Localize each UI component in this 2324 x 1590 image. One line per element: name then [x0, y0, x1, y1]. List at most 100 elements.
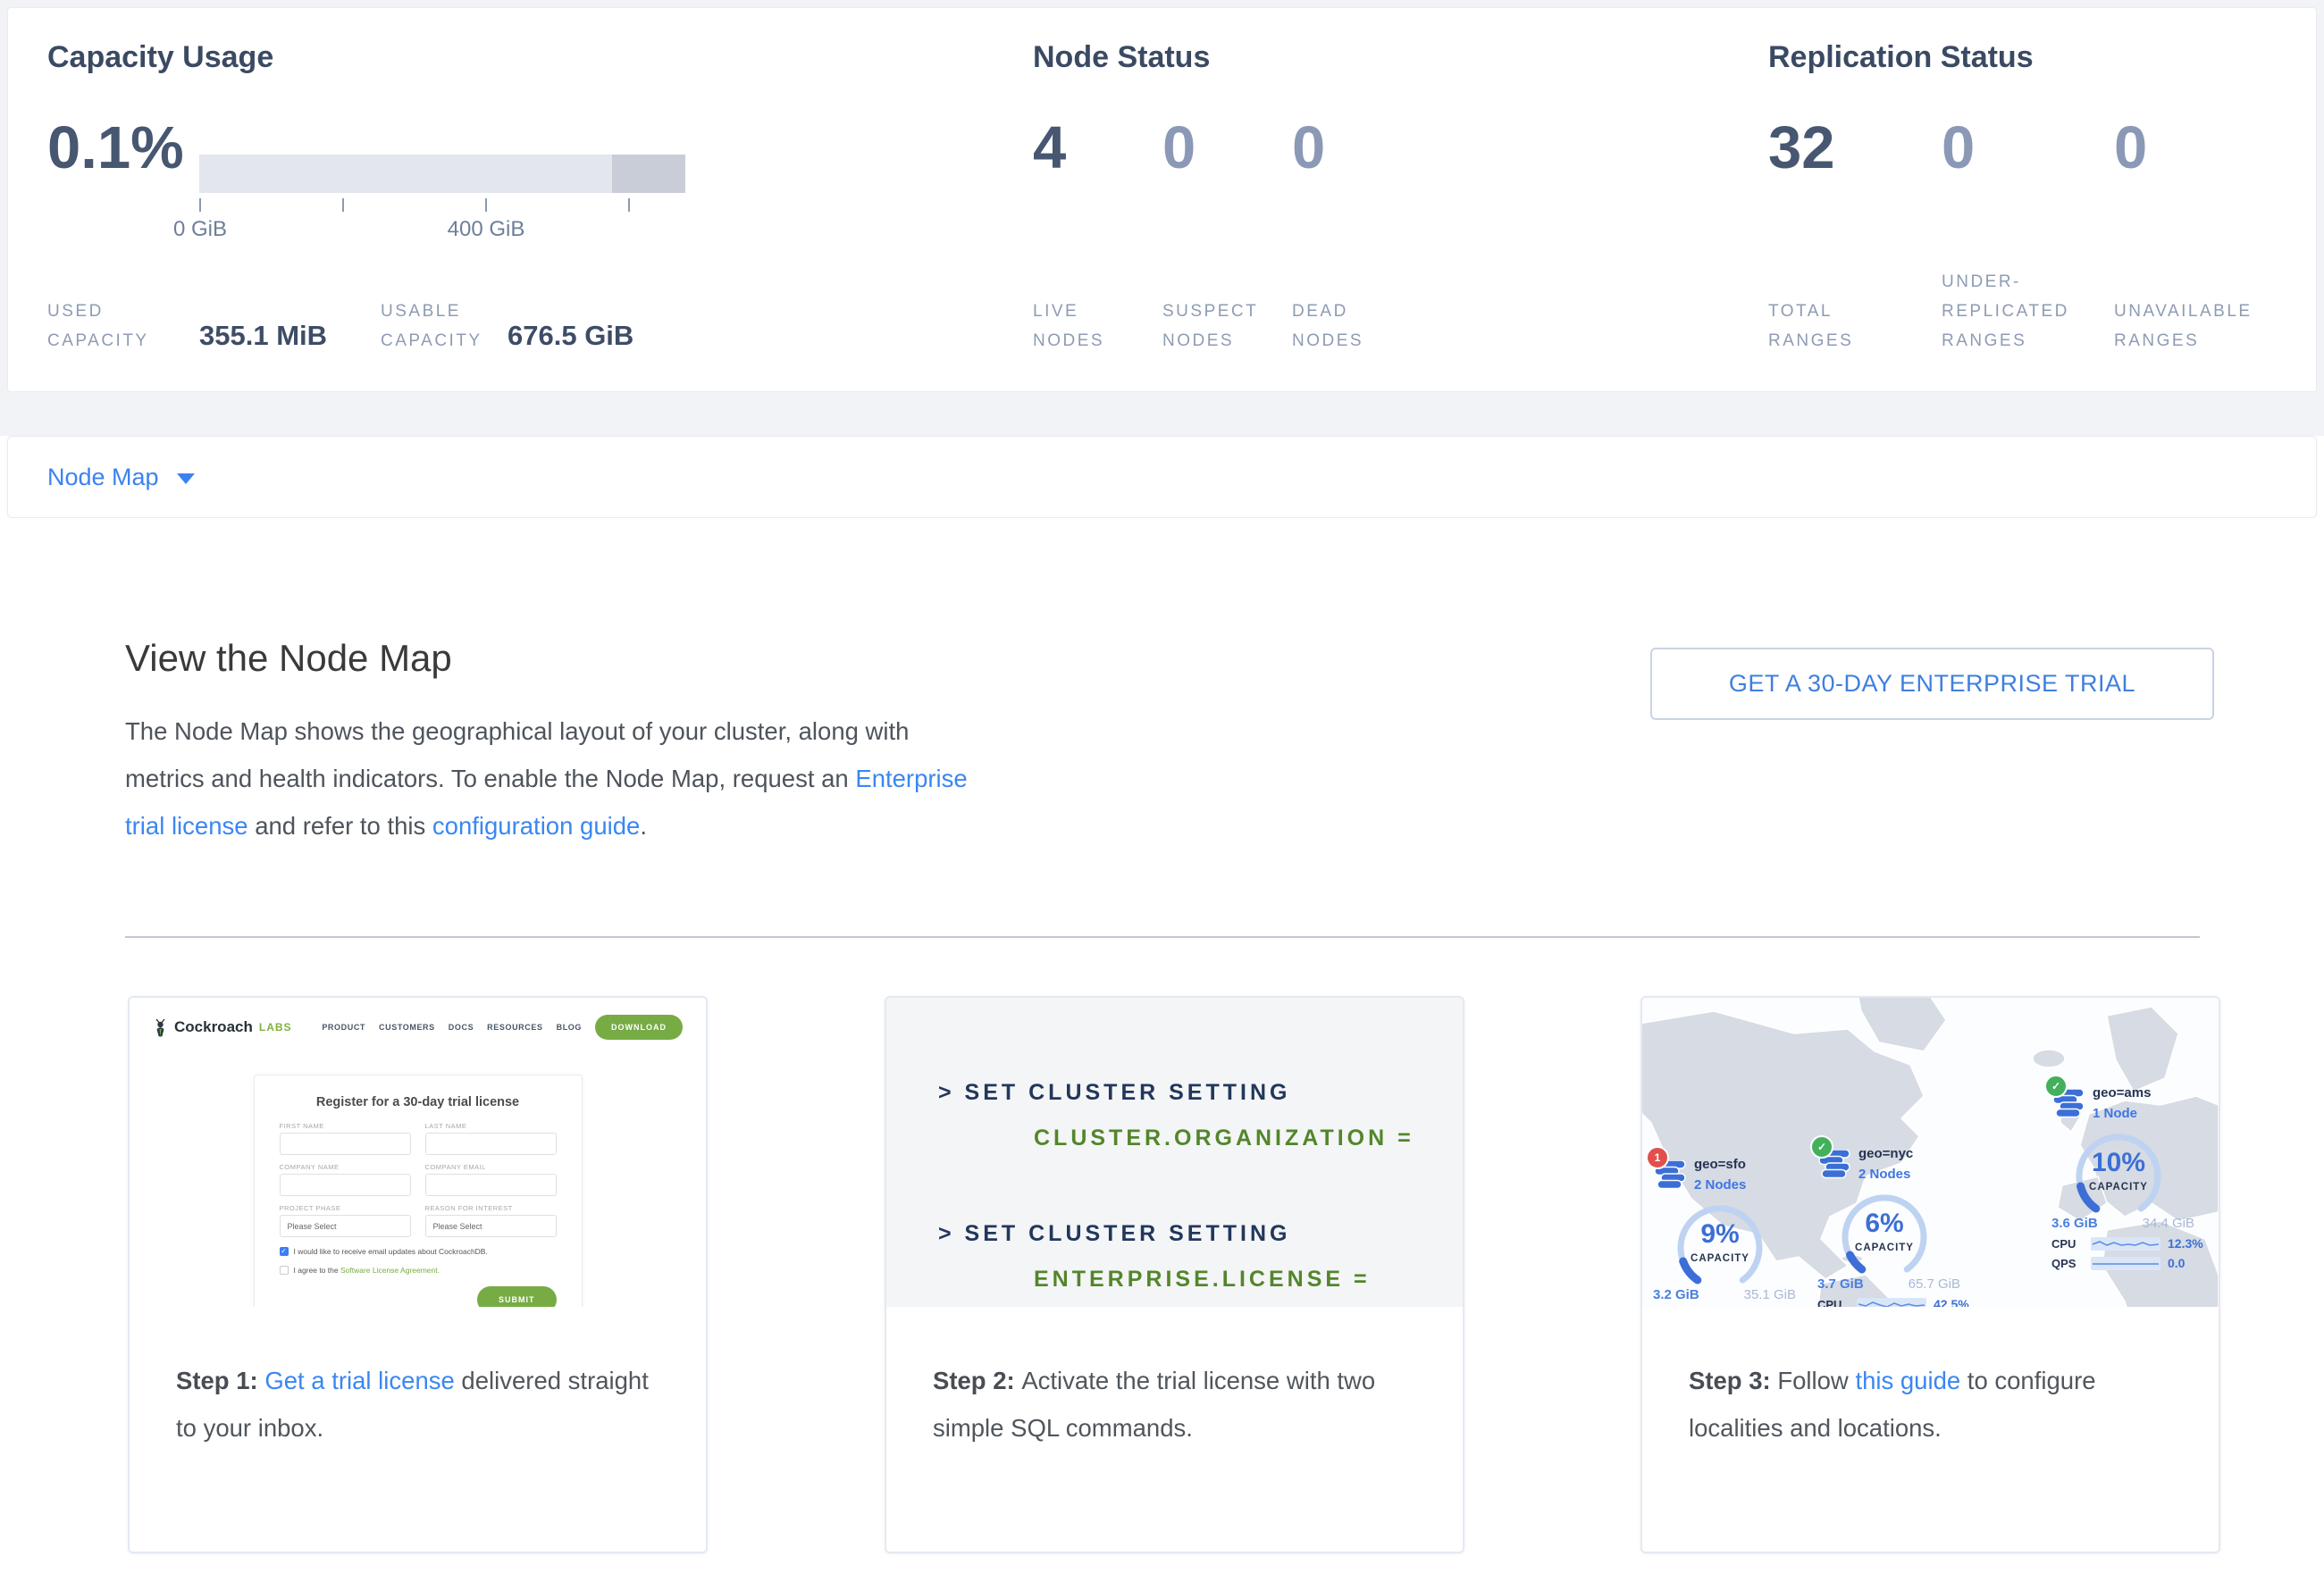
mini-site-header: Cockroach LABS PRODUCT CUSTOMERS DOCS RE… [130, 998, 706, 1048]
node-count: 1 Node [2093, 1106, 2137, 1121]
promo-description: The Node Map shows the geographical layo… [125, 707, 981, 849]
locality-name: geo=nyc [1858, 1146, 1913, 1161]
company-name-input[interactable] [280, 1174, 411, 1196]
capacity-percent: 6% [1817, 1209, 1951, 1239]
step3-label: Step 3: [1689, 1367, 1777, 1394]
capacity-axis-tick [485, 198, 487, 212]
email-updates-label: I would like to receive email updates ab… [294, 1247, 488, 1256]
section-divider [125, 936, 2200, 938]
first-name-field: FIRST NAME [280, 1122, 411, 1155]
view-selector-bar: Node Map [7, 436, 2317, 518]
company-email-label: COMPANY EMAIL [425, 1163, 557, 1171]
get-enterprise-trial-button[interactable]: GET A 30-DAY ENTERPRISE TRIAL [1650, 648, 2214, 720]
map-node-nyc[interactable]: ✓ geo=nyc 2 Nodes 6% [1817, 1146, 1969, 1331]
reason-label: REASON FOR INTEREST [425, 1204, 557, 1212]
step1-caption: Step 1: Get a trial license delivered st… [130, 1307, 706, 1552]
capacity-bar-reserved-segment [612, 155, 685, 193]
nav-docs[interactable]: DOCS [449, 1023, 474, 1032]
qps-label: QPS [2051, 1257, 2084, 1270]
sql-prompt: > [938, 1221, 965, 1246]
registration-form: Register for a 30-day trial license FIRS… [254, 1075, 583, 1330]
last-name-label: LAST NAME [425, 1122, 557, 1130]
configuration-guide-link[interactable]: configuration guide [432, 812, 640, 840]
cpu-value: 12.3% [2168, 1236, 2203, 1251]
qps-value: 0.0 [2168, 1256, 2185, 1270]
sql-code-block: > SET CLUSTER SETTING CLUSTER.ORGANIZATI… [886, 998, 1463, 1357]
cockroach-icon [153, 1018, 168, 1037]
capacity-axis-tick [199, 198, 201, 212]
used-gib: 3.2 GiB [1653, 1287, 1699, 1302]
step1-label: Step 1: [176, 1367, 264, 1394]
last-name-field: LAST NAME [425, 1122, 557, 1155]
suspect-nodes-value: 0 [1162, 113, 1196, 182]
node-count: 2 Nodes [1694, 1177, 1746, 1192]
company-name-label: COMPANY NAME [280, 1163, 411, 1171]
project-phase-label: PROJECT PHASE [280, 1204, 411, 1212]
sql-prompt: > [938, 1080, 965, 1105]
usable-capacity-label: USABLE CAPACITY [381, 297, 482, 356]
capacity-label: CAPACITY [1817, 1243, 1951, 1253]
registration-form-title: Register for a 30-day trial license [280, 1095, 557, 1109]
page-title: View the Node Map [125, 637, 452, 680]
capacity-usage-title: Capacity Usage [47, 40, 273, 75]
error-badge: 1 [1646, 1146, 1669, 1169]
summary-section: Capacity Usage 0.1% 0 GiB 400 GiB USED C… [0, 0, 2324, 392]
this-guide-link[interactable]: this guide [1855, 1367, 1960, 1394]
capacity-percent: 10% [2051, 1148, 2186, 1178]
node-count: 2 Nodes [1858, 1167, 1910, 1182]
total-gib: 35.1 GiB [1744, 1287, 1796, 1302]
company-name-field: COMPANY NAME [280, 1163, 411, 1196]
cockroach-labs-logo: Cockroach LABS [153, 1018, 292, 1037]
total-gib: 34.4 GiB [2143, 1216, 2194, 1231]
nav-blog[interactable]: BLOG [557, 1023, 582, 1032]
unavailable-ranges-label: UNAVAILABLE RANGES [2114, 297, 2253, 356]
unchecked-checkbox[interactable] [280, 1266, 289, 1275]
first-name-input[interactable] [280, 1133, 411, 1155]
map-node-ams[interactable]: ✓ geo=ams 1 Node 10% [2051, 1085, 2203, 1270]
company-email-input[interactable] [425, 1174, 557, 1196]
view-selector-dropdown[interactable]: Node Map [47, 464, 159, 491]
download-button[interactable]: DOWNLOAD [595, 1015, 683, 1040]
capacity-bar [199, 155, 685, 193]
sql-setting-license: ENTERPRISE.LICENSE = [1034, 1267, 1463, 1293]
checked-checkbox[interactable]: ✓ [280, 1247, 289, 1256]
license-agreement-checkbox-row: I agree to the Software License Agreemen… [280, 1266, 557, 1275]
sql-command: SET CLUSTER SETTING [965, 1080, 1291, 1105]
capacity-percent-value: 0.1% [47, 113, 184, 182]
project-phase-select[interactable]: Please Select [280, 1215, 411, 1237]
total-ranges-value: 32 [1768, 113, 1835, 182]
healthy-badge: ✓ [2044, 1075, 2068, 1098]
brand-suffix: LABS [259, 1021, 292, 1034]
step2-caption: Step 2: Activate the trial license with … [886, 1307, 1463, 1552]
company-email-field: COMPANY EMAIL [425, 1163, 557, 1196]
used-gib: 3.6 GiB [2051, 1216, 2098, 1231]
brand-name: Cockroach [174, 1018, 253, 1036]
capacity-percent: 9% [1653, 1219, 1787, 1250]
sql-command: SET CLUSTER SETTING [965, 1221, 1291, 1246]
get-trial-license-link[interactable]: Get a trial license [264, 1367, 454, 1394]
chevron-down-icon[interactable] [177, 473, 195, 484]
live-nodes-label: LIVE NODES [1033, 297, 1104, 356]
step2-card: > SET CLUSTER SETTING CLUSTER.ORGANIZATI… [885, 996, 1464, 1553]
last-name-input[interactable] [425, 1133, 557, 1155]
total-ranges-label: TOTAL RANGES [1768, 297, 1853, 356]
locality-name: geo=ams [2093, 1085, 2151, 1100]
software-license-link[interactable]: Software License Agreement. [340, 1266, 440, 1275]
promo-desc-text: The Node Map shows the geographical layo… [125, 717, 909, 792]
node-status-title: Node Status [1033, 40, 1210, 75]
dead-nodes-label: DEAD NODES [1292, 297, 1363, 356]
nav-product[interactable]: PRODUCT [322, 1023, 365, 1032]
nav-resources[interactable]: RESOURCES [487, 1023, 542, 1032]
qps-sparkline [2091, 1257, 2160, 1270]
suspect-nodes-label: SUSPECT NODES [1162, 297, 1258, 356]
license-agreement-label: I agree to the Software License Agreemen… [294, 1266, 440, 1275]
node-map-promo-section: View the Node Map The Node Map shows the… [0, 518, 2324, 1590]
healthy-badge: ✓ [1810, 1135, 1833, 1159]
reason-select[interactable]: Please Select [425, 1215, 557, 1237]
mini-site-nav: PRODUCT CUSTOMERS DOCS RESOURCES BLOG DO… [322, 1015, 683, 1040]
capacity-label: CAPACITY [2051, 1182, 2186, 1192]
license-agreement-text: I agree to the [294, 1266, 340, 1275]
live-nodes-value: 4 [1033, 113, 1066, 182]
capacity-axis-label-400: 400 GiB [424, 217, 549, 242]
nav-customers[interactable]: CUSTOMERS [379, 1023, 435, 1032]
